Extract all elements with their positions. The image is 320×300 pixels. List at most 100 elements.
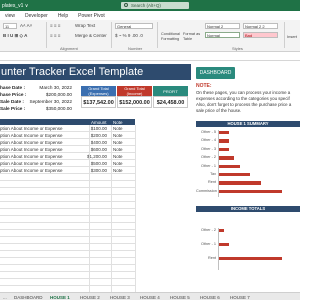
style-normal-2-2[interactable]: Normal 2 2 (243, 23, 278, 29)
chart-category-label: Rent (207, 180, 216, 185)
tab-view[interactable]: view (0, 13, 20, 19)
font-size-select[interactable]: 11 (3, 23, 17, 29)
sheet-tab-house-7[interactable]: HOUSE 7 (230, 295, 250, 300)
info-row: hase Date : March 30, 2022 (0, 85, 72, 91)
sheet-tab-house-3[interactable]: HOUSE 3 (110, 295, 130, 300)
column-header: Amount (91, 119, 107, 125)
merge-center-button[interactable]: Merge & Center (75, 33, 107, 38)
sheet-tab-house-1[interactable]: HOUSE 1 (50, 295, 70, 300)
table-row-empty[interactable] (0, 209, 135, 216)
chart-title: INCOME TOTALS (196, 206, 300, 212)
dashboard-button[interactable]: DASHBOARD (196, 67, 235, 79)
table-row[interactable]: ption About Income or Expense $1,200.00 … (0, 153, 135, 160)
table-row-empty[interactable] (0, 195, 135, 202)
table-row[interactable]: ption About Income or Expense $500.00 No… (0, 160, 135, 167)
table-row-empty[interactable] (0, 174, 135, 181)
sheet-tab-house-5[interactable]: HOUSE 5 (170, 295, 190, 300)
style-normal-selected[interactable]: Normal (205, 32, 240, 38)
chart-category-label: Other - 1 (201, 163, 216, 168)
note-text: On these pages, you can process your inc… (196, 90, 292, 113)
row-note: Note (113, 126, 123, 131)
tab-help[interactable]: Help (53, 13, 73, 19)
card-value: $137,542.00 (81, 96, 116, 108)
chart-bar (218, 139, 230, 143)
table-row[interactable]: ption About Income or Expense $600.00 No… (0, 146, 135, 153)
column-header: Note (113, 119, 123, 125)
chart-category-label: Tax (210, 172, 216, 176)
row-note: Note (113, 161, 123, 166)
chart-bar (218, 181, 261, 185)
number-format-select[interactable]: General (115, 23, 153, 29)
style-bad[interactable]: Bad (243, 32, 278, 38)
row-description: ption About Income or Expense (0, 161, 63, 166)
table-row-empty[interactable] (0, 216, 135, 223)
table-row-empty[interactable] (0, 223, 135, 230)
insert-button[interactable]: Insert (287, 34, 297, 39)
expenses-total-card: Grand Total (Expenses) $137,542.00 (81, 86, 116, 108)
card-value: $24,458.00 (153, 96, 188, 108)
sheet-tab-house-4[interactable]: HOUSE 4 (140, 295, 160, 300)
info-row: hase Price : $200,000.00 (0, 92, 72, 98)
row-amount: $400.00 (90, 140, 107, 145)
chart-bar (218, 189, 283, 194)
sheet-tab-dashboard[interactable]: DASHBOARD (14, 295, 43, 300)
sheet-tab-house-6[interactable]: HOUSE 6 (200, 295, 220, 300)
group-styles-label: Styles (232, 46, 243, 51)
table-row-empty[interactable] (0, 202, 135, 209)
sheet-tab-house-2[interactable]: HOUSE 2 (80, 295, 100, 300)
table-row-empty[interactable] (0, 188, 135, 195)
table-row-empty[interactable] (0, 181, 135, 188)
number-format-icons[interactable]: $ ~ % 9 .00 .0 (115, 33, 143, 38)
separator (46, 22, 47, 48)
row-description: ption About Income or Expense (0, 126, 63, 131)
table-row[interactable]: ption About Income or Expense $100.00 No… (0, 125, 135, 132)
info-row: Sale Date : September 30, 2022 (0, 99, 72, 105)
chart-category-label: Other - 2 (201, 228, 216, 232)
row-note: Note (113, 140, 123, 145)
info-label: hase Price : (0, 92, 27, 97)
formula-bar[interactable] (0, 52, 300, 61)
conditional-formatting-button[interactable]: Conditional Formatting (161, 32, 183, 41)
align-horizontal-icons[interactable]: ≡ ≡ ≡ (50, 33, 60, 38)
table-row-empty[interactable] (0, 272, 135, 279)
table-row-empty[interactable] (0, 237, 135, 244)
row-amount: $100.00 (90, 126, 107, 131)
info-label: hase Date : (0, 85, 26, 90)
wrap-text-button[interactable]: Wrap Text (75, 23, 95, 28)
group-alignment-label: Alignment (60, 46, 78, 51)
table-row[interactable]: ption About Income or Expense $200.00 No… (0, 132, 135, 139)
file-name[interactable]: plates_v1 ∨ (0, 3, 28, 9)
chart-category-label: Other - 1 (201, 242, 216, 246)
chart-bar (218, 156, 235, 160)
profit-card: PROFIT $24,458.00 (153, 86, 188, 108)
tab-power-pivot[interactable]: Power Pivot (73, 13, 110, 19)
font-style-icons[interactable]: B I U ⊞ ◇ A (3, 33, 27, 39)
income-total-card: Grand Total (Income) $152,000.00 (117, 86, 152, 108)
table-row[interactable]: ption About Income or Expense $400.00 No… (0, 139, 135, 146)
style-normal-2[interactable]: Normal 2 (205, 23, 240, 29)
format-as-table-button[interactable]: Format as Table (183, 32, 203, 41)
info-label: Sale Price : (0, 106, 26, 111)
font-grow-icon[interactable]: A˄ A˅ (20, 23, 32, 28)
chart-bar (218, 131, 230, 135)
table-row-empty[interactable] (0, 279, 135, 286)
info-value: $200,000.00 (45, 92, 72, 97)
separator (157, 22, 158, 48)
table-row-empty[interactable] (0, 265, 135, 272)
chart-axis (218, 228, 219, 270)
row-amount: $1,200.00 (86, 154, 107, 159)
column-divider (89, 125, 90, 293)
sheet-tab-more[interactable]: ... (3, 295, 7, 300)
table-row[interactable]: ption About Income or Expense $300.00 No… (0, 167, 135, 174)
chart-bar (218, 164, 240, 168)
table-row-empty[interactable] (0, 230, 135, 237)
tab-developer[interactable]: Developer (20, 13, 53, 19)
table-row-empty[interactable] (0, 258, 135, 265)
table-row-empty[interactable] (0, 244, 135, 251)
chart-title: HOUSE 1 SUMMARY (196, 121, 300, 127)
table-row-empty[interactable] (0, 251, 135, 258)
card-label: PROFIT (153, 86, 188, 96)
row-description: ption About Income or Expense (0, 168, 63, 173)
search-box[interactable]: Search (Alt+Q) (121, 2, 189, 9)
align-top-icons[interactable]: ≡ ≡ ≡ (50, 23, 60, 28)
